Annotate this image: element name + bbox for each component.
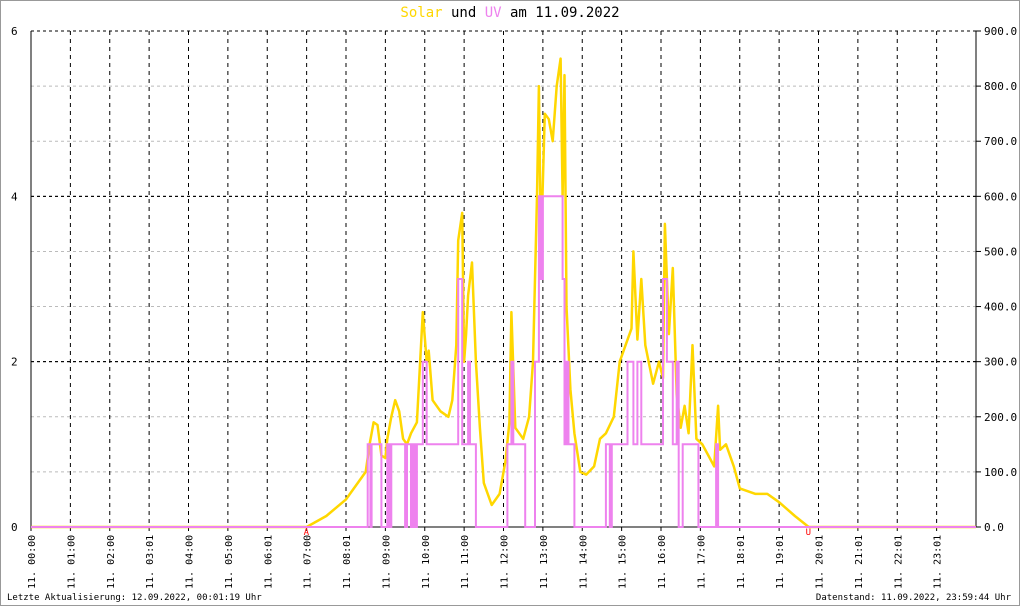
right-tick-label: 0.0 bbox=[984, 521, 1004, 534]
x-tick-label: 11. 17:00 bbox=[696, 535, 707, 589]
right-tick-label: 500.0 bbox=[984, 245, 1017, 258]
right-tick-label: 100.0 bbox=[984, 466, 1017, 479]
right-tick-label: 700.0 bbox=[984, 135, 1017, 148]
right-tick-label: 800.0 bbox=[984, 80, 1017, 93]
x-tick-label: 11. 05:00 bbox=[224, 535, 235, 589]
x-tick-label: 11. 22:01 bbox=[893, 535, 904, 589]
right-tick-label: 300.0 bbox=[984, 356, 1017, 369]
left-tick-label: 4 bbox=[11, 190, 18, 203]
right-tick-label: 400.0 bbox=[984, 301, 1017, 314]
x-tick-label: 11. 11:00 bbox=[460, 535, 471, 589]
right-tick-label: 900.0 bbox=[984, 25, 1017, 38]
x-tick-label: 11. 03:01 bbox=[145, 535, 156, 589]
x-tick-label: 11. 23:01 bbox=[933, 535, 944, 589]
left-tick-label: 0 bbox=[11, 521, 18, 534]
data-timestamp: Datenstand: 11.09.2022, 23:59:44 Uhr bbox=[815, 593, 1011, 603]
x-tick-label: 11. 12:00 bbox=[500, 535, 511, 589]
right-tick-label: 200.0 bbox=[984, 411, 1017, 424]
x-tick-label: 11. 08:01 bbox=[342, 535, 353, 589]
x-tick-label: 11. 15:00 bbox=[618, 535, 629, 589]
chart-window: Solar und UV am 11.09.2022 0.0 100.0 200.0… bbox=[0, 0, 1020, 606]
x-tick-label: 11. 04:00 bbox=[185, 535, 196, 589]
x-tick-label: 11. 21:01 bbox=[854, 535, 865, 589]
right-tick-label: 600.0 bbox=[984, 190, 1017, 203]
left-tick-label: 6 bbox=[11, 25, 18, 38]
x-tick-label: 11. 01:00 bbox=[66, 535, 77, 589]
x-tick-label: 11. 20:01 bbox=[815, 535, 826, 589]
sunset-marker: U bbox=[806, 528, 811, 538]
chart-svg: 0.0 100.0 200.0 300.0 400.0 500.0 600.0 700.0 80… bbox=[11, 25, 1017, 589]
x-tick-label: 11. 09:00 bbox=[381, 535, 392, 589]
x-tick-label: 11. 16:00 bbox=[657, 535, 668, 589]
x-tick-label: 11. 10:00 bbox=[421, 535, 432, 589]
x-tick-label: 11. 00:00 bbox=[27, 535, 38, 589]
x-tick-label: 11. 13:00 bbox=[539, 535, 550, 589]
x-tick-label: 11. 02:00 bbox=[106, 535, 117, 589]
x-tick-label: 11. 14:00 bbox=[578, 535, 589, 589]
left-tick-label: 2 bbox=[11, 356, 18, 369]
last-update: Letzte Aktualisierung: 12.09.2022, 00:01… bbox=[7, 593, 262, 603]
x-tick-label: 11. 07:00 bbox=[303, 535, 314, 589]
x-tick-label: 11. 06:01 bbox=[263, 535, 274, 589]
x-tick-label: 11. 19:01 bbox=[775, 535, 786, 589]
x-tick-label: 11. 18:01 bbox=[736, 535, 747, 589]
sunrise-marker: A bbox=[304, 528, 310, 538]
